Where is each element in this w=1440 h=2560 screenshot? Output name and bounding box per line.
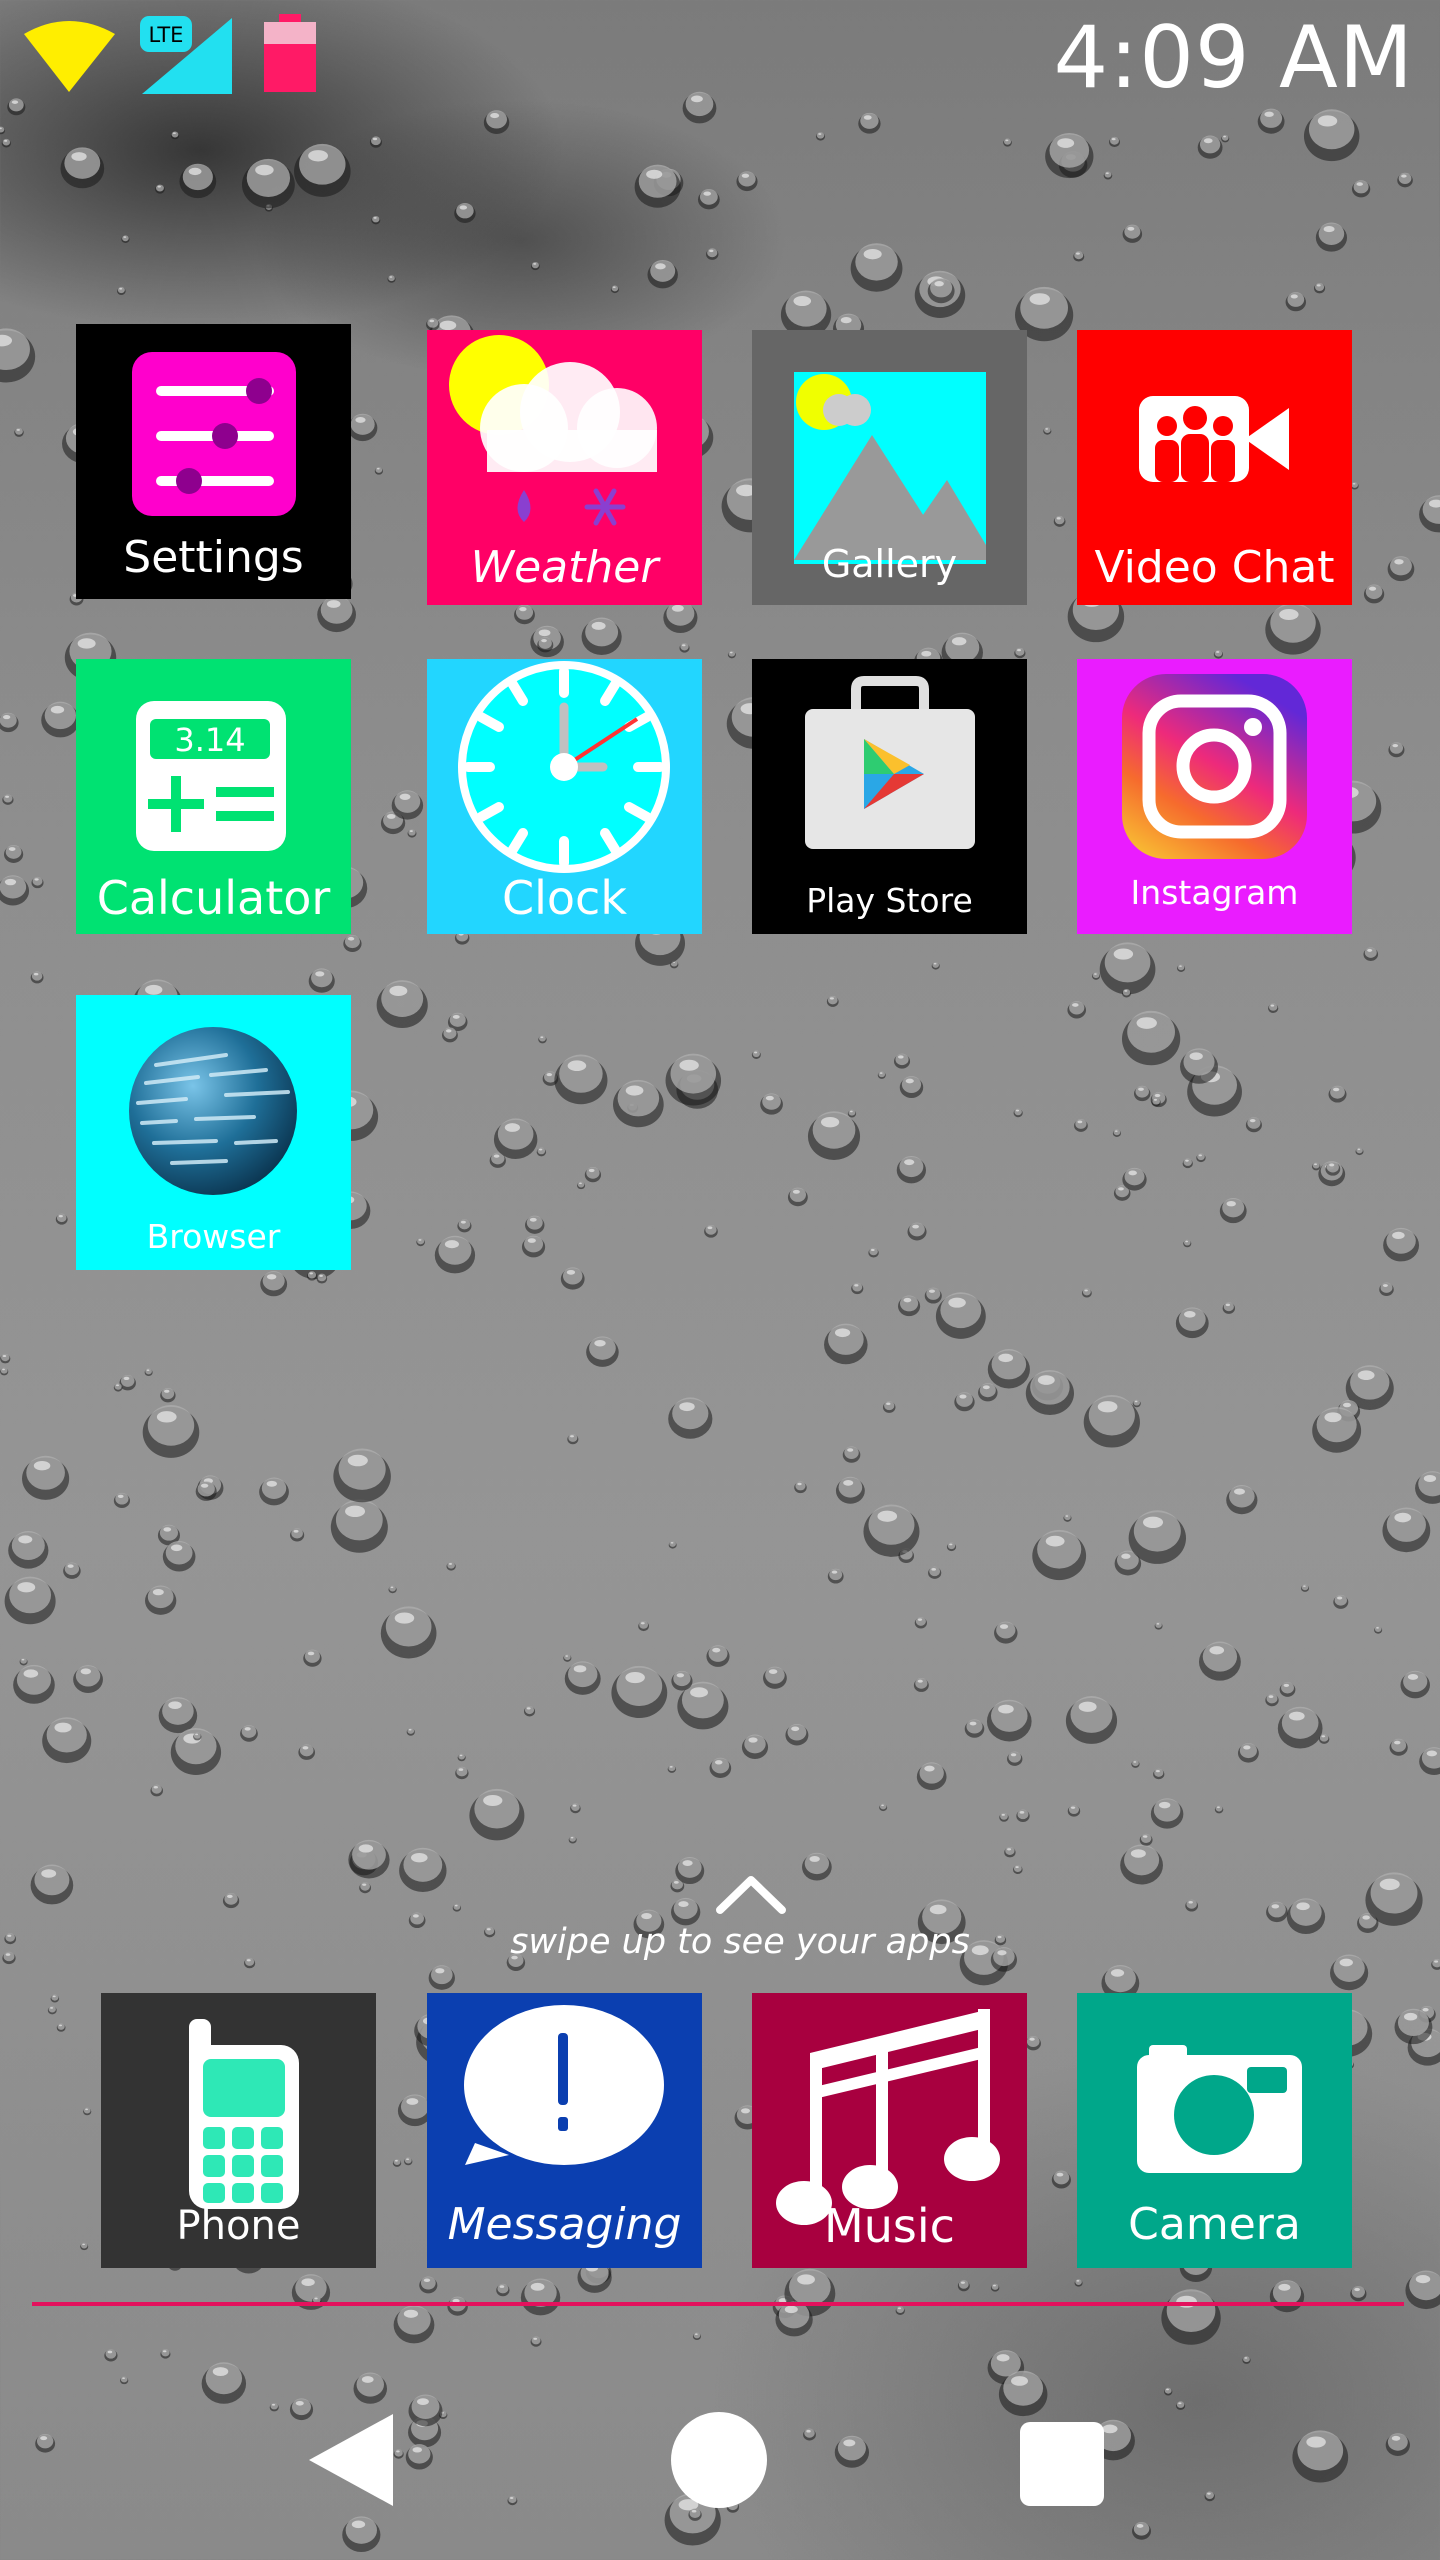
app-label: Calculator [96,871,331,925]
dock-divider [32,2302,1404,2306]
calculator-display: 3.14 [174,721,245,759]
app-label: Instagram [1130,873,1299,912]
chevron-up-icon[interactable] [716,1872,786,1914]
dock-label: Music [824,2199,955,2253]
back-icon[interactable] [305,2410,395,2510]
app-play-store[interactable]: Play Store [752,659,1027,934]
app-calculator[interactable]: 3.14 Calculator [76,659,351,934]
app-label: Browser [146,1217,281,1256]
network-badge: LTE [149,23,184,47]
app-video-chat[interactable]: Video Chat [1077,330,1352,605]
status-time: 4:09 AM [1053,8,1414,108]
dock-phone[interactable]: Phone [101,1993,376,2268]
app-label: Gallery [821,542,958,586]
home-icon[interactable] [669,2410,769,2510]
app-weather[interactable]: Weather [427,330,702,605]
dock-music[interactable]: Music [752,1993,1027,2268]
app-browser[interactable]: Browser [76,995,351,1270]
app-label: Weather [470,542,659,593]
app-gallery[interactable]: Gallery [752,330,1027,605]
dock-messaging[interactable]: Messaging [427,1993,702,2268]
battery-icon [264,14,316,92]
dock-label: Messaging [447,2199,682,2250]
cellular-signal-icon: LTE [140,16,232,94]
recents-icon[interactable] [1018,2420,1106,2508]
app-label: Settings [123,532,304,583]
app-instagram[interactable]: Instagram [1077,659,1352,934]
dock-label: Camera [1128,2199,1301,2250]
app-label: Video Chat [1094,542,1335,593]
app-label: Play Store [806,881,973,920]
status-bar: LTE 4:09 AM [0,0,1440,110]
swipe-hint-text: swipe up to see your apps [510,1922,970,1962]
dock-camera[interactable]: Camera [1077,1993,1352,2268]
app-clock[interactable]: Clock [427,659,702,934]
app-label: Clock [502,871,627,925]
app-settings[interactable]: Settings [76,324,351,599]
dock-label: Phone [176,2203,301,2249]
wifi-icon [24,21,115,92]
